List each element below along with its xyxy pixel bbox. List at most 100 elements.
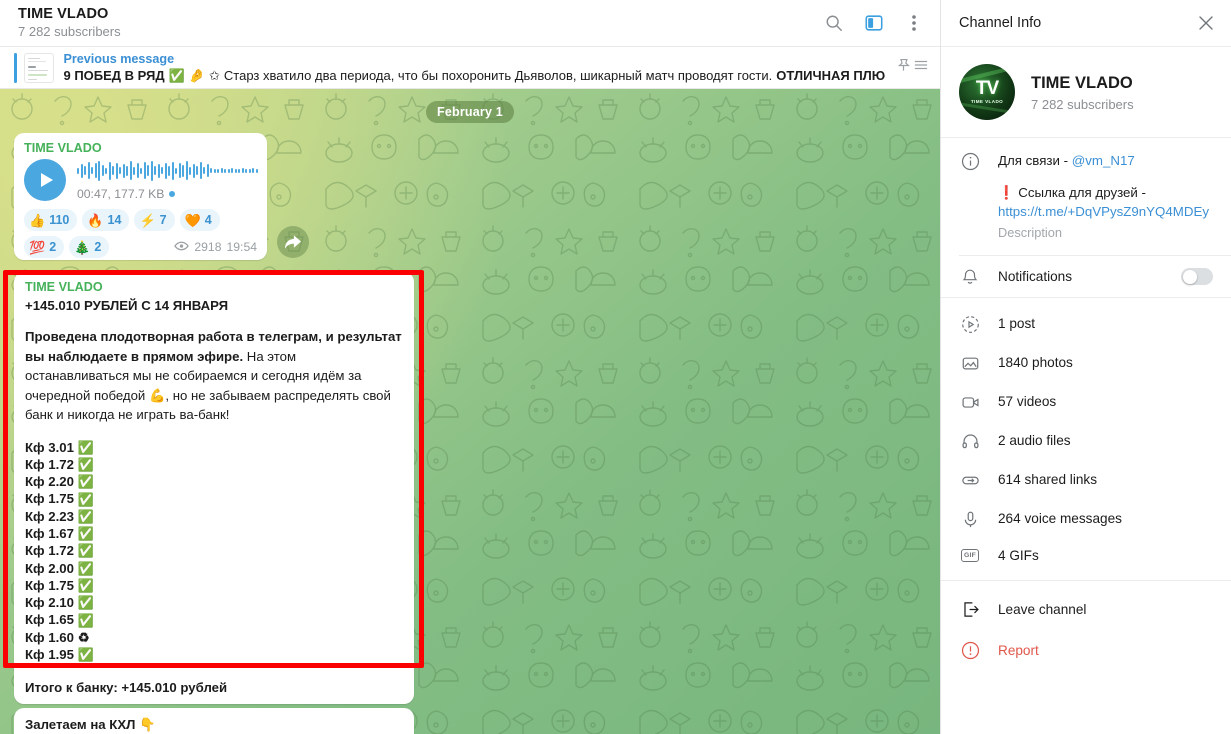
post-icon (959, 314, 981, 334)
pin-accent-bar (14, 52, 17, 83)
close-icon[interactable] (1195, 12, 1217, 34)
description-caption: Description (998, 225, 1063, 240)
media-row-video[interactable]: 57 videos (941, 382, 1231, 421)
waveform-bar (147, 165, 149, 176)
reaction-count: 14 (107, 213, 122, 227)
waveform-bar (119, 167, 121, 174)
info-panel-title: Channel Info (959, 15, 1042, 31)
channel-info-panel: Channel Info TV TIME VLADO TIME VLADO 7 … (940, 0, 1231, 734)
reaction-pill[interactable]: 🔥 14 (82, 209, 130, 231)
reaction-count: 110 (49, 213, 70, 227)
reaction-pill[interactable]: 💯 2 (24, 236, 65, 258)
waveform-bar (248, 168, 251, 173)
invite-url-link[interactable]: https://t.me/+DqVPysZ9nYQ4MDEy (998, 202, 1213, 221)
forward-button[interactable] (277, 226, 309, 258)
channel-actions: Leave channel Report (941, 581, 1231, 679)
pinned-list-icon[interactable] (914, 58, 928, 77)
media-label: 264 voice messages (998, 511, 1122, 526)
waveform-bar (143, 162, 146, 179)
coefficient-item: Кф 1.72 ✅ (25, 456, 403, 473)
coefficient-label: Кф 1.60 (25, 629, 74, 645)
check-mark-icon: ✅ (77, 647, 95, 663)
message-last: Залетаем на КХЛ 👇 👍112🔥30💵156🙏5❤3 3021 (0, 708, 940, 734)
unpin-icon[interactable] (895, 57, 912, 79)
waveform-bar (115, 162, 118, 179)
info-panel-header: Channel Info (941, 0, 1231, 47)
waveform-bar (164, 162, 167, 179)
waveform-bar (91, 167, 93, 174)
coefficient-item: Кф 2.20 ✅ (25, 473, 403, 490)
date-badge: February 1 (426, 101, 514, 123)
media-row-gif[interactable]: GIF 4 GIFs (941, 538, 1231, 572)
post-bubble[interactable]: TIME VLADO +145.010 РУБЛЕЙ С 14 ЯНВАРЯ П… (14, 272, 414, 705)
waveform-bar (133, 166, 135, 175)
coefficient-item: Кф 1.65 ✅ (25, 611, 403, 628)
search-icon[interactable] (822, 11, 846, 35)
avatar[interactable]: TV TIME VLADO (959, 64, 1015, 120)
voice-player: 00:47, 177.7 KB (24, 159, 258, 201)
check-mark-icon: ✅ (77, 491, 95, 507)
media-row-link[interactable]: 614 shared links (941, 460, 1231, 499)
media-label: 2 audio files (998, 433, 1071, 448)
channel-profile[interactable]: TV TIME VLADO TIME VLADO 7 282 subscribe… (941, 47, 1231, 137)
waveform-bar (196, 166, 198, 175)
media-row-photo[interactable]: 1840 photos (941, 343, 1231, 382)
audio-icon (959, 431, 981, 451)
pinned-actions (885, 57, 928, 79)
media-label: 57 videos (998, 394, 1057, 409)
pinned-message-bar[interactable]: Previous message 9 ПОБЕД В РЯД ✅ 🤌 ✩ Ста… (0, 47, 940, 89)
coefficient-label: Кф 2.23 (25, 508, 74, 524)
voice-bubble[interactable]: TIME VLADO 00:47, 177.7 KB 👍 110 🔥 14 ⚡ … (14, 133, 267, 260)
waveform-bar (241, 168, 244, 173)
waveform-bar (255, 168, 258, 173)
coefficient-label: Кф 3.01 (25, 439, 74, 455)
check-mark-icon: ✅ (77, 578, 95, 594)
description-body: Для связи - @vm_N17 ❗ Ссылка для друзей … (998, 151, 1213, 241)
waveform-bar (203, 167, 205, 174)
waveform-bar (105, 167, 107, 174)
pinned-message-text: 9 ПОБЕД В РЯД ✅ 🤌 ✩ Старз хватило два пе… (64, 67, 886, 84)
leave-icon (959, 600, 981, 619)
waveform-bar (84, 166, 86, 175)
post-total: Итого к банку: +145.010 рублей (25, 680, 228, 696)
waveform-bar (185, 161, 188, 180)
media-row-post[interactable]: 1 post (941, 304, 1231, 343)
message-author: TIME VLADO (25, 280, 103, 294)
check-mark-icon: ✅ (77, 456, 95, 472)
play-button[interactable] (24, 159, 66, 201)
reaction-pill[interactable]: 👍 110 (24, 209, 78, 231)
reaction-pill[interactable]: 🎄 2 (69, 236, 110, 258)
check-mark-icon: ✅ (77, 560, 95, 576)
waveform-bar (192, 163, 195, 178)
check-mark-icon: ✅ (77, 439, 95, 455)
voice-waveform[interactable] (77, 160, 258, 182)
panel-toggle-icon[interactable] (862, 11, 886, 35)
media-row-audio[interactable]: 2 audio files (941, 421, 1231, 460)
leave-channel-row[interactable]: Leave channel (941, 589, 1231, 630)
waveform-bar (101, 165, 104, 176)
reaction-pill[interactable]: 🧡 4 (179, 209, 220, 231)
header-actions (822, 11, 926, 35)
reaction-pill[interactable]: ⚡ 7 (134, 209, 175, 231)
check-mark-icon: ✅ (77, 595, 95, 611)
contact-username-link[interactable]: @vm_N17 (1072, 153, 1135, 168)
waveform-bar (227, 168, 230, 173)
waveform-bar (140, 167, 142, 174)
chat-column: TIME VLADO 7 282 subscribers Previous me… (0, 0, 940, 734)
more-vert-icon[interactable] (902, 11, 926, 35)
pinned-thumbnail (23, 52, 54, 83)
notifications-toggle[interactable] (1181, 268, 1213, 285)
coefficient-label: Кф 1.75 (25, 577, 74, 593)
waveform-bar (182, 164, 184, 177)
waveform-bar (77, 167, 79, 174)
notifications-row[interactable]: Notifications (941, 256, 1231, 297)
check-mark-icon: ✅ (77, 526, 95, 542)
report-row[interactable]: Report (941, 630, 1231, 671)
coefficient-item: Кф 3.01 ✅ (25, 439, 403, 456)
coefficient-label: Кф 2.00 (25, 560, 74, 576)
last-bubble[interactable]: Залетаем на КХЛ 👇 👍112🔥30💵156🙏5❤3 3021 (14, 708, 414, 734)
chat-title-block[interactable]: TIME VLADO 7 282 subscribers (18, 6, 121, 40)
report-icon (959, 641, 981, 660)
media-row-microphone[interactable]: 264 voice messages (941, 499, 1231, 538)
coefficient-item: Кф 2.23 ✅ (25, 508, 403, 525)
